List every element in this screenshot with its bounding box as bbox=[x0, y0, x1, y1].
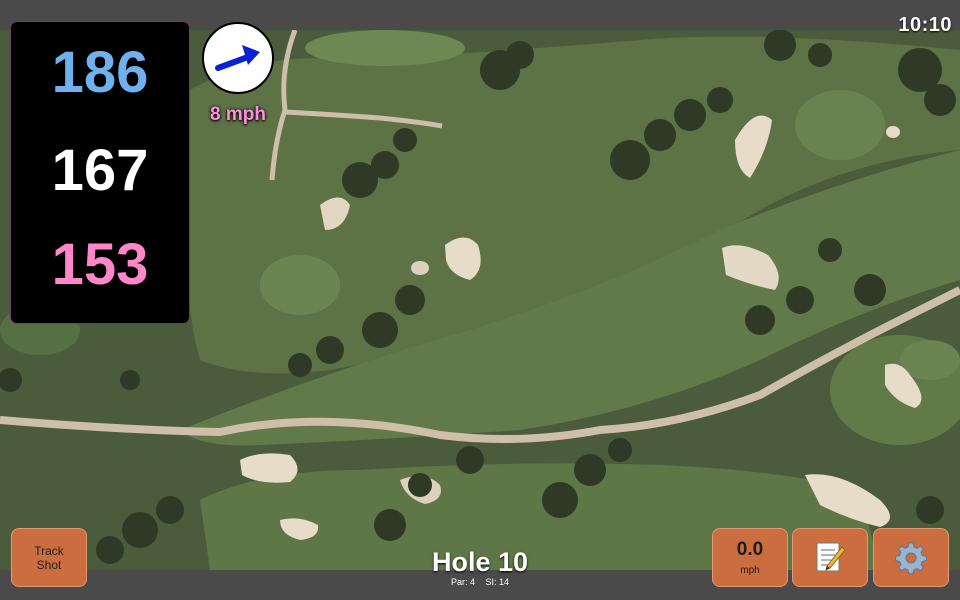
speed-unit: mph bbox=[740, 565, 760, 576]
track-shot-label-line2: Shot bbox=[36, 557, 62, 572]
scorecard-notes-button[interactable] bbox=[792, 528, 868, 587]
scorecard-notes-icon bbox=[816, 542, 846, 571]
back-yardage: 186 bbox=[51, 40, 149, 105]
hole-title: Hole 10 bbox=[431, 547, 529, 577]
wind-speed: 8 mph bbox=[210, 104, 266, 125]
speed-button[interactable]: 0.0 mph bbox=[712, 528, 788, 587]
hole-par: Par: 4 bbox=[450, 577, 475, 587]
gear-icon bbox=[895, 542, 927, 574]
speed-value: 0.0 bbox=[736, 539, 764, 560]
yardage-panel: 186 167 153 bbox=[11, 22, 189, 323]
clock-time: 10:10 bbox=[898, 14, 952, 36]
wind-indicator[interactable] bbox=[202, 22, 274, 94]
track-shot-label-line1: Track bbox=[34, 543, 64, 558]
hole-info: Par: 4 SI: 14 bbox=[380, 577, 580, 587]
arrow-icon bbox=[215, 45, 260, 71]
front-yardage: 153 bbox=[51, 232, 149, 297]
track-shot-button[interactable]: Track Shot bbox=[11, 528, 87, 587]
middle-yardage: 167 bbox=[51, 138, 149, 203]
hole-stroke-index: SI: 14 bbox=[485, 577, 510, 587]
settings-button[interactable] bbox=[873, 528, 949, 587]
